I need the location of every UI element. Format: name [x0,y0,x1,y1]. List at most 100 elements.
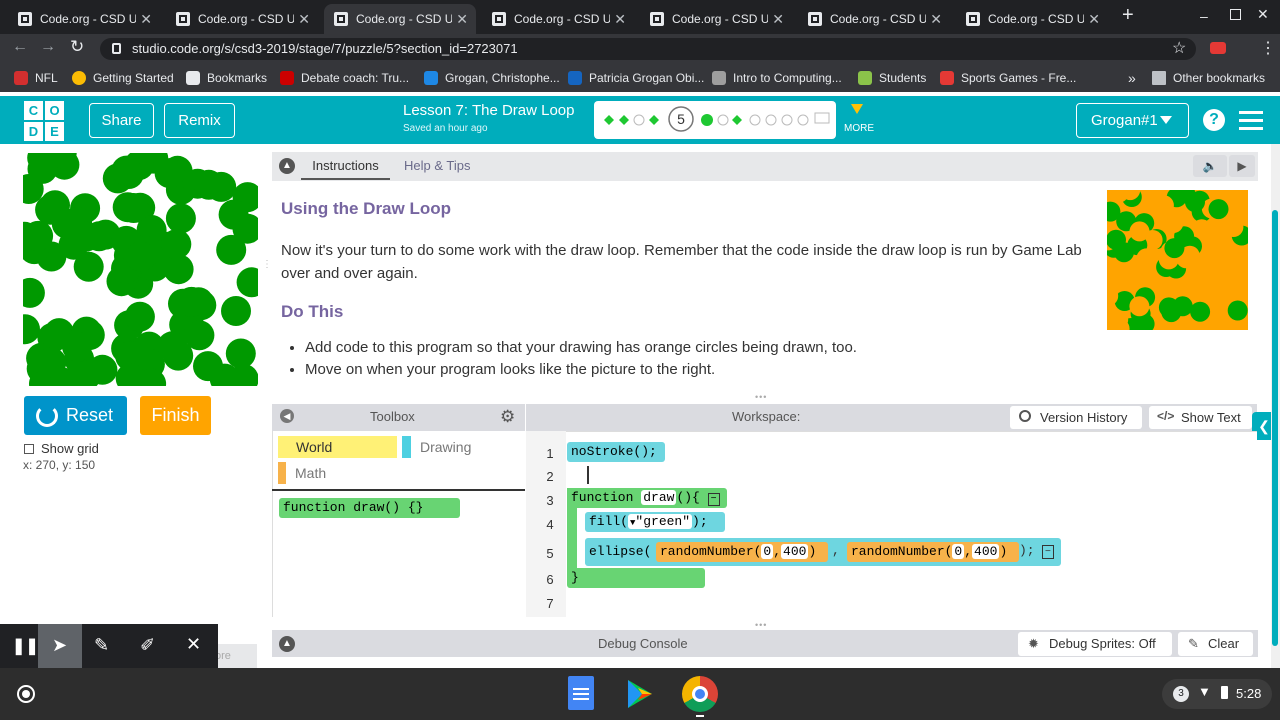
reload-icon[interactable]: ↻ [70,37,84,57]
close-tab-icon[interactable]: ✕ [930,11,942,28]
share-button[interactable]: Share [89,103,154,138]
collapse-block-icon[interactable]: − [707,493,720,506]
bookmark-item[interactable]: Intro to Computing... [712,64,842,92]
close-tab-icon[interactable]: ✕ [1088,11,1100,28]
remix-button[interactable]: Remix [164,103,235,138]
bookmark-item[interactable]: Grogan, Christophe... [424,64,560,92]
browser-tab[interactable]: Code.org - CSD Uni ✕ [640,4,792,34]
other-bookmarks[interactable]: Other bookmarks [1152,64,1265,92]
help-icon[interactable]: ? [1203,109,1225,131]
launcher-icon[interactable] [17,685,35,703]
bookmark-item[interactable]: Sports Games - Fre... [940,64,1076,92]
category-math[interactable]: Math [295,465,326,481]
back-icon[interactable]: ← [12,38,28,56]
forward-icon[interactable]: → [40,38,56,56]
random-number-block[interactable]: randomNumber(0, 400) [656,542,828,562]
bookmark-item[interactable]: Getting Started [72,64,174,92]
play-audio-icon[interactable]: ▶ [1229,155,1255,177]
draw-function-block[interactable]: function draw() {} [279,498,460,518]
tab-instructions[interactable]: Instructions [301,152,390,180]
maximize-icon[interactable] [1230,9,1241,20]
random-max[interactable]: 400 [972,544,1000,559]
fill-arg[interactable]: ▼"green" [628,514,693,529]
bookmark-item[interactable]: Students [858,64,926,92]
close-tab-icon[interactable]: ✕ [456,11,468,28]
more-link[interactable]: MORE [844,123,874,134]
user-menu-button[interactable]: Grogan#1 [1076,103,1189,138]
nostroke-block[interactable]: noStroke(); [567,442,665,462]
random-max[interactable]: 400 [781,544,809,559]
progress-bubbles-graphic [604,106,830,132]
chrome-icon[interactable] [682,676,718,712]
function-draw-block[interactable]: function draw(){ − [567,488,727,508]
more-arrow-icon[interactable] [851,104,863,114]
random-min[interactable]: 0 [952,544,965,559]
pointer-icon[interactable]: ➤ [52,635,67,656]
play-store-icon[interactable] [622,676,658,712]
fill-block[interactable]: fill(▼"green"); [585,512,725,532]
resize-handle-icon[interactable]: ⋮ [262,260,272,270]
collapse-icon[interactable]: ▲ [279,158,295,174]
google-docs-icon[interactable] [568,676,594,710]
close-tab-icon[interactable]: ✕ [614,11,626,28]
collapse-debug-icon[interactable]: ▲ [279,636,295,652]
gear-icon[interactable]: ⚙ [500,407,515,427]
random-min[interactable]: 0 [761,544,774,559]
function-end-block: } [567,568,705,588]
extension-icon[interactable] [1210,42,1226,54]
toolbox-body [272,431,525,617]
lesson-title[interactable]: Lesson 7: The Draw Loop [403,102,575,119]
pause-icon[interactable]: ❚❚ [12,636,39,656]
finish-button[interactable]: Finish [140,396,211,435]
random-number-block[interactable]: randomNumber(0, 400) [847,542,1019,562]
notification-badge[interactable]: 3 [1173,686,1189,702]
folder-icon [1152,71,1166,85]
debug-sprites-button[interactable]: Debug Sprites: Off [1018,632,1172,656]
close-tab-icon[interactable]: ✕ [140,11,152,28]
close-tab-icon[interactable]: ✕ [772,11,784,28]
line-number: 1 [546,446,554,461]
browser-tab[interactable]: Code.org - CSD Uni ✕ [956,4,1108,34]
browser-tab[interactable]: Code.org - CSD Uni ✕ [482,4,634,34]
menu-dots-icon[interactable]: ⋮ [1260,38,1276,58]
current-level-number[interactable]: 5 [674,111,688,127]
resize-grip-icon[interactable]: ••• [755,392,767,402]
tab-help-tips[interactable]: Help & Tips [404,158,470,173]
game-canvas[interactable] [23,153,258,386]
close-window-icon[interactable]: ✕ [1257,6,1269,23]
function-name[interactable]: draw [641,490,677,505]
bookmark-item[interactable]: Bookmarks [186,64,267,92]
bookmark-item[interactable]: Patricia Grogan Obi... [568,64,704,92]
pen-icon[interactable]: ✎ [94,635,109,656]
resize-grip-icon[interactable]: ••• [755,620,767,630]
category-world[interactable]: World [278,436,397,458]
scrollbar-thumb[interactable] [1272,210,1278,646]
more-bookmarks-icon[interactable]: » [1128,64,1136,92]
line-number: 5 [546,546,554,561]
line-number: 4 [546,517,554,532]
code-org-logo-icon[interactable]: CODE [24,101,64,141]
hamburger-menu-icon[interactable] [1239,111,1263,130]
url-field[interactable]: studio.code.org/s/csd3-2019/stage/7/puzz… [100,38,1196,60]
bookmark-item[interactable]: Debate coach: Tru... [280,64,409,92]
bookmark-label: Getting Started [93,71,174,85]
browser-tab[interactable]: Code.org - CSD Uni ✕ [166,4,318,34]
browser-tab[interactable]: Code.org - CSD Uni ✕ [8,4,160,34]
show-grid-checkbox[interactable] [24,444,34,454]
collapse-toolbox-icon[interactable]: ◀ [280,409,294,423]
browser-tab[interactable]: Code.org - CSD Uni ✕ [798,4,950,34]
close-toolbar-icon[interactable]: ✕ [186,634,201,655]
star-icon[interactable]: ☆ [1172,38,1186,58]
browser-tab-active[interactable]: Code.org - CSD Uni ✕ [324,4,476,34]
speaker-icon[interactable]: 🔈 [1193,155,1227,177]
saved-status: Saved an hour ago [403,123,488,134]
tab-instructions-label: Instructions [312,158,379,173]
highlighter-icon[interactable]: ✐ [140,635,155,656]
minimize-icon[interactable]: – [1200,8,1208,24]
collapse-block-icon[interactable]: − [1042,545,1054,559]
new-tab-icon[interactable]: + [1122,4,1134,27]
bookmark-item[interactable]: NFL [14,64,58,92]
category-drawing[interactable]: Drawing [420,439,471,455]
category-label: World [296,439,333,455]
close-tab-icon[interactable]: ✕ [298,11,310,28]
